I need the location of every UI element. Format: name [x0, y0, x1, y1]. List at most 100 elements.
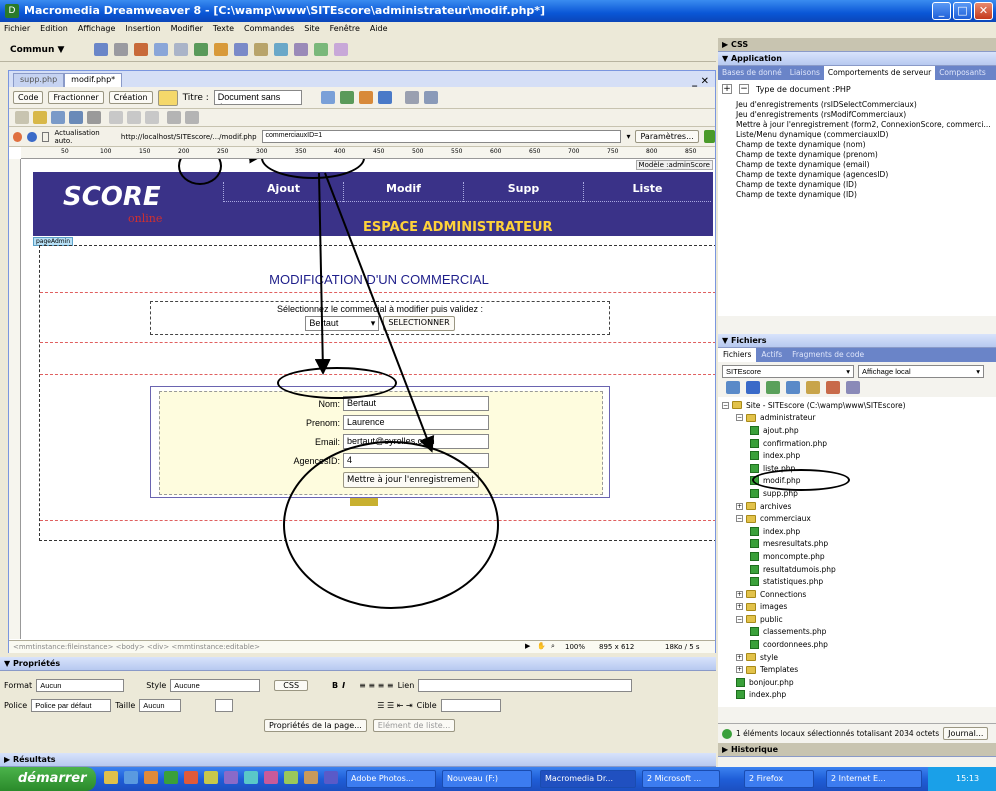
align-icons[interactable]: ≡ ≡ ≡ ≡ [359, 681, 393, 690]
script-icon[interactable] [294, 43, 309, 56]
tree-folder[interactable]: + archives [722, 500, 992, 513]
print-icon[interactable] [87, 111, 101, 124]
application-panel-header[interactable]: ▼ Application [718, 52, 996, 66]
file-management-icon[interactable] [320, 91, 335, 104]
split-view-button[interactable]: Fractionner [48, 91, 104, 104]
anchor-icon[interactable] [134, 43, 149, 56]
tab-supp[interactable]: supp.php [13, 73, 65, 87]
expand-toggle-icon[interactable]: − [722, 401, 729, 409]
files-tab[interactable]: Fragments de code [787, 348, 869, 362]
paste-icon[interactable] [145, 111, 159, 124]
menu-item[interactable]: Fenêtre [330, 24, 360, 36]
page-properties-button[interactable]: Propriétés de la page... [264, 719, 367, 732]
css-panel-header[interactable]: ▶ CSS [718, 38, 996, 52]
tree-folder[interactable]: − commerciaux [722, 512, 992, 525]
list-item-button[interactable]: Elément de liste... [372, 719, 456, 732]
menu-item[interactable]: Fichier [4, 24, 30, 36]
expand-toggle-icon[interactable]: − [736, 414, 743, 422]
quick-launch-icon[interactable] [124, 771, 138, 784]
server-behavior-item[interactable]: Champ de texte dynamique (agencesID) [736, 170, 992, 180]
expand-toggle-icon[interactable]: + [736, 653, 743, 661]
task-explorer[interactable]: Nouveau (F:) [442, 770, 532, 788]
tree-folder[interactable]: − Site - SITEscore (C:\wamp\www\SITEscore… [722, 399, 992, 412]
insert-category-select[interactable]: Commun ▼ [10, 45, 64, 55]
link-input[interactable] [418, 679, 633, 692]
auto-refresh-checkbox[interactable] [41, 131, 50, 142]
check-in-icon[interactable] [826, 381, 840, 394]
maximize-icon[interactable]: □ [953, 2, 972, 20]
quick-launch-icon[interactable] [304, 771, 318, 784]
stop-icon[interactable] [13, 131, 23, 142]
menu-item[interactable]: Site [304, 24, 319, 36]
doc-window-controls-icon[interactable]: _ ✕ [692, 76, 709, 87]
menu-item[interactable]: Modifier [171, 24, 203, 36]
history-panel-header[interactable]: ▶ Historique [718, 743, 996, 757]
expand-toggle-icon[interactable]: + [736, 502, 743, 510]
tree-file[interactable]: coordonnees.php [722, 638, 992, 651]
params-dropdown-icon[interactable]: ▾ [626, 132, 630, 141]
files-tab[interactable]: Actifs [756, 348, 787, 362]
save-icon[interactable] [51, 111, 65, 124]
task-internet-explorer[interactable]: 2 Internet E... [826, 770, 922, 788]
window-size[interactable]: 895 x 612 [599, 643, 634, 651]
task-photoshop[interactable]: Adobe Photos... [346, 770, 436, 788]
application-tab[interactable]: Composants [935, 66, 990, 80]
remove-behavior-icon[interactable]: − [739, 84, 749, 94]
template-icon[interactable] [314, 43, 329, 56]
tree-file[interactable]: mesresultats.php [722, 538, 992, 551]
menu-item[interactable]: Aide [370, 24, 388, 36]
server-behavior-item[interactable]: Champ de texte dynamique (ID) [736, 190, 992, 200]
redo-icon[interactable] [185, 111, 199, 124]
tree-file[interactable]: index.php [722, 525, 992, 538]
check-mark-icon[interactable] [703, 130, 715, 143]
application-tab[interactable]: Comportements de serveur [823, 66, 936, 80]
save-all-icon[interactable] [69, 111, 83, 124]
start-button[interactable]: démarrer [0, 767, 96, 791]
bold-icon[interactable]: B [332, 681, 338, 690]
hyperlink-icon[interactable] [94, 43, 109, 56]
expand-toggle-icon[interactable]: + [736, 603, 743, 611]
cut-icon[interactable] [109, 111, 123, 124]
expand-toggle-icon[interactable]: − [736, 515, 743, 523]
image-icon[interactable] [194, 43, 209, 56]
quick-launch-icon[interactable] [164, 771, 178, 784]
expand-toggle-icon[interactable]: + [736, 666, 743, 674]
server-behavior-item[interactable]: Champ de texte dynamique (ID) [736, 180, 992, 190]
close-icon[interactable]: ✕ [974, 2, 993, 20]
tree-file[interactable]: statistiques.php [722, 575, 992, 588]
properties-header[interactable]: ▼ Propriétés [0, 657, 716, 671]
tree-file[interactable]: resultatdumois.php [722, 563, 992, 576]
application-tab[interactable]: Bases de donné [718, 66, 786, 80]
journal-button[interactable]: Journal... [943, 727, 989, 740]
tree-folder[interactable]: + style [722, 651, 992, 664]
get-files-icon[interactable] [766, 381, 780, 394]
preview-icon[interactable] [339, 91, 354, 104]
table-icon[interactable] [154, 43, 169, 56]
tree-folder[interactable]: − public [722, 613, 992, 626]
menu-item[interactable]: Affichage [78, 24, 116, 36]
params-button[interactable]: Paramètres... [635, 130, 699, 143]
tree-file[interactable]: supp.php [722, 487, 992, 500]
open-icon[interactable] [33, 111, 47, 124]
quick-launch-icon[interactable] [244, 771, 258, 784]
copy-icon[interactable] [127, 111, 141, 124]
tree-file[interactable]: index.php [722, 449, 992, 462]
expand-toggle-icon[interactable]: + [736, 590, 743, 598]
code-view-button[interactable]: Code [13, 91, 44, 104]
server-behavior-item[interactable]: Jeu d'enregistrements (rsModifCommerciau… [736, 110, 992, 120]
head-icon[interactable] [274, 43, 289, 56]
media-icon[interactable] [214, 43, 229, 56]
results-panel-header[interactable]: ▶ Résultats [0, 753, 716, 767]
date-icon[interactable] [234, 43, 249, 56]
target-select[interactable] [440, 699, 501, 712]
tree-file[interactable]: classements.php [722, 626, 992, 639]
tree-folder[interactable]: + Templates [722, 663, 992, 676]
page-title-input[interactable]: Document sans titre [213, 90, 302, 105]
menu-item[interactable]: Texte [213, 24, 234, 36]
tab-modif[interactable]: modif.php* [64, 73, 123, 87]
font-select[interactable]: Police par défaut [31, 699, 112, 712]
format-select[interactable]: Aucun [36, 679, 125, 692]
menu-item[interactable]: Commandes [244, 24, 294, 36]
server-behavior-item[interactable]: Champ de texte dynamique (email) [736, 160, 992, 170]
tree-folder[interactable]: + images [722, 601, 992, 614]
